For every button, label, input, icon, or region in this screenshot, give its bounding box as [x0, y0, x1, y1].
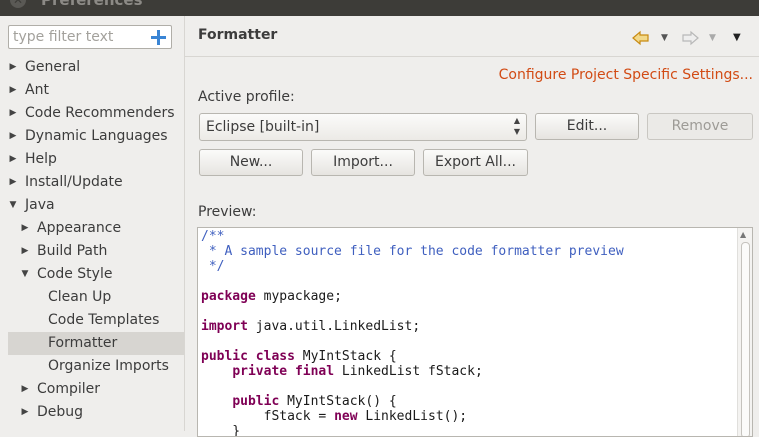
forward-arrow-icon — [682, 30, 699, 46]
tree-item-build-path[interactable]: ▶ Build Path — [0, 240, 184, 263]
code-comment: */ — [201, 259, 225, 274]
active-profile-label: Active profile: — [198, 89, 295, 105]
code-keyword: package — [201, 289, 256, 304]
collapsed-twisty-icon[interactable]: ▶ — [8, 79, 18, 102]
tree-item-label: Java — [25, 197, 55, 213]
code-preview[interactable]: /** * A sample source file for the code … — [197, 227, 753, 437]
collapsed-twisty-icon[interactable]: ▶ — [8, 148, 18, 171]
tree-item-label: Compiler — [37, 381, 101, 397]
collapsed-twisty-icon[interactable]: ▶ — [8, 102, 18, 125]
tree-item-label: Code Recommenders — [25, 105, 175, 121]
tree-item-formatter[interactable]: Formatter — [8, 332, 184, 355]
collapsed-twisty-icon[interactable]: ▶ — [20, 378, 30, 401]
tree-item-label: Code Style — [37, 266, 113, 282]
code-text: LinkedList fStack; — [334, 364, 483, 379]
header-separator — [185, 56, 759, 57]
code-comment: /** — [201, 229, 225, 244]
page-title: Formatter — [198, 27, 278, 43]
tree-item-code-style[interactable]: ▼ Code Style — [0, 263, 184, 286]
tree-item-label: Build Path — [37, 243, 108, 259]
configure-project-settings-link[interactable]: Configure Project Specific Settings... — [499, 67, 753, 83]
tree-item-label: Organize Imports — [48, 358, 169, 374]
collapsed-twisty-icon[interactable]: ▶ — [20, 217, 30, 240]
tree-item-label: Install/Update — [25, 174, 123, 190]
tree-item-label: Ant — [25, 82, 49, 98]
tree-item-label: Debug — [37, 404, 84, 420]
tree-item-label: Dynamic Languages — [25, 128, 168, 144]
formatter-page: Formatter ▼ ▼ ▼ Configure Project Specif… — [185, 16, 759, 437]
tree-item-ant[interactable]: ▶ Ant — [0, 79, 184, 102]
preview-label: Preview: — [198, 204, 257, 220]
tree-item-label: Appearance — [37, 220, 122, 236]
tree-item-code-recommenders[interactable]: ▶ Code Recommenders — [0, 102, 184, 125]
code-keyword: new — [334, 409, 358, 424]
scroll-up-icon[interactable]: ▲ — [740, 230, 746, 239]
collapsed-twisty-icon[interactable]: ▶ — [20, 240, 30, 263]
collapsed-twisty-icon[interactable]: ▶ — [20, 401, 30, 424]
back-dropdown-icon[interactable]: ▼ — [661, 30, 668, 46]
tree-item-clean-up[interactable]: Clean Up — [0, 286, 184, 309]
code-keyword: private — [232, 364, 288, 379]
code-text: fStack = — [201, 409, 335, 424]
tree-item-java[interactable]: ▼ Java — [0, 194, 184, 217]
code-keyword: public — [201, 349, 248, 364]
edit-button[interactable]: Edit... — [535, 113, 639, 140]
remove-button[interactable]: Remove — [647, 113, 753, 140]
tree-item-debug[interactable]: ▶ Debug — [0, 401, 184, 424]
tree-item-label: Help — [25, 151, 57, 167]
collapsed-twisty-icon[interactable]: ▶ — [8, 171, 18, 194]
export-all-button[interactable]: Export All... — [423, 149, 528, 176]
filter-field[interactable] — [8, 25, 172, 49]
code-keyword: import — [201, 319, 248, 334]
filter-clear-icon[interactable] — [150, 29, 167, 46]
code-text: LinkedList(); — [357, 409, 468, 424]
tree-item-install-update[interactable]: ▶ Install/Update — [0, 171, 184, 194]
title-bar: ✕ Preferences — [0, 0, 759, 16]
code-text: MyIntStack { — [294, 349, 397, 364]
close-icon[interactable]: ✕ — [10, 0, 26, 8]
import-button[interactable]: Import... — [311, 149, 415, 176]
code-text: MyIntStack() { — [279, 394, 397, 409]
window-title: Preferences — [41, 0, 143, 9]
spinner-arrows-icon: ▲ ▼ — [513, 116, 520, 136]
tree-item-label: Formatter — [48, 335, 118, 351]
tree-item-dynamic-languages[interactable]: ▶ Dynamic Languages — [0, 125, 184, 148]
expanded-twisty-icon[interactable]: ▼ — [8, 194, 18, 217]
expanded-twisty-icon[interactable]: ▼ — [20, 263, 30, 286]
tree-item-organize-imports[interactable]: Organize Imports — [0, 355, 184, 378]
tree-item-label: Code Templates — [48, 312, 160, 328]
code-keyword: final — [294, 364, 335, 379]
forward-dropdown-icon: ▼ — [709, 33, 716, 43]
page-header: Formatter ▼ ▼ ▼ — [185, 16, 759, 56]
scrollbar-thumb[interactable] — [741, 242, 750, 436]
tree-item-label: General — [25, 59, 81, 75]
code-comment: * A sample source file for the code form… — [201, 244, 624, 259]
code-text: mypackage; — [255, 289, 342, 304]
code-keyword: public — [232, 394, 280, 409]
profile-selected-value: Eclipse [built-in] — [206, 119, 320, 135]
view-menu-icon[interactable]: ▼ — [733, 30, 741, 46]
back-arrow-icon[interactable] — [632, 30, 650, 46]
preview-scrollbar[interactable]: ▲ — [737, 228, 752, 436]
collapsed-twisty-icon[interactable]: ▶ — [8, 125, 18, 148]
preferences-sidebar: ▶ General ▶ Ant ▶ Code Recommenders ▶ Dynamic L… — [0, 16, 185, 431]
tree-item-label: Clean Up — [48, 289, 112, 305]
code-keyword: class — [255, 349, 295, 364]
preview-code: /** * A sample source file for the code … — [201, 229, 624, 436]
profile-select[interactable]: Eclipse [built-in] ▲ ▼ — [199, 113, 527, 141]
tree-item-code-templates[interactable]: Code Templates — [0, 309, 184, 332]
collapsed-twisty-icon[interactable]: ▶ — [8, 56, 18, 79]
new-button[interactable]: New... — [199, 149, 303, 176]
preferences-tree: ▶ General ▶ Ant ▶ Code Recommenders ▶ Dynamic L… — [0, 56, 184, 424]
filter-input[interactable] — [13, 28, 143, 46]
tree-item-compiler[interactable]: ▶ Compiler — [0, 378, 184, 401]
tree-item-help[interactable]: ▶ Help — [0, 148, 184, 171]
tree-item-appearance[interactable]: ▶ Appearance — [0, 217, 184, 240]
code-text: java.util.LinkedList; — [247, 319, 421, 334]
tree-item-general[interactable]: ▶ General — [0, 56, 184, 79]
